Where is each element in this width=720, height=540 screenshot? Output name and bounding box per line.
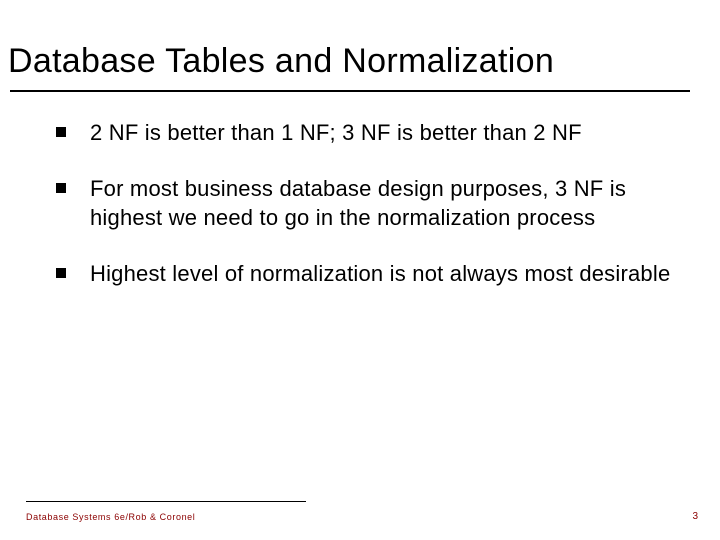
bullet-square-icon <box>56 183 66 193</box>
bullet-text: Highest level of normalization is not al… <box>90 259 670 289</box>
page-number: 3 <box>692 511 698 522</box>
footer-text: Database Systems 6e/Rob & Coronel <box>26 512 195 522</box>
list-item: For most business database design purpos… <box>56 174 686 233</box>
bullet-text: 2 NF is better than 1 NF; 3 NF is better… <box>90 118 582 148</box>
title-underline <box>10 90 690 92</box>
slide-title: Database Tables and Normalization <box>8 42 554 81</box>
list-item: 2 NF is better than 1 NF; 3 NF is better… <box>56 118 686 148</box>
bullet-text: For most business database design purpos… <box>90 174 686 233</box>
footer-divider <box>26 501 306 502</box>
bullet-list: 2 NF is better than 1 NF; 3 NF is better… <box>56 118 686 315</box>
bullet-square-icon <box>56 127 66 137</box>
bullet-square-icon <box>56 268 66 278</box>
slide: Database Tables and Normalization 2 NF i… <box>0 0 720 540</box>
list-item: Highest level of normalization is not al… <box>56 259 686 289</box>
